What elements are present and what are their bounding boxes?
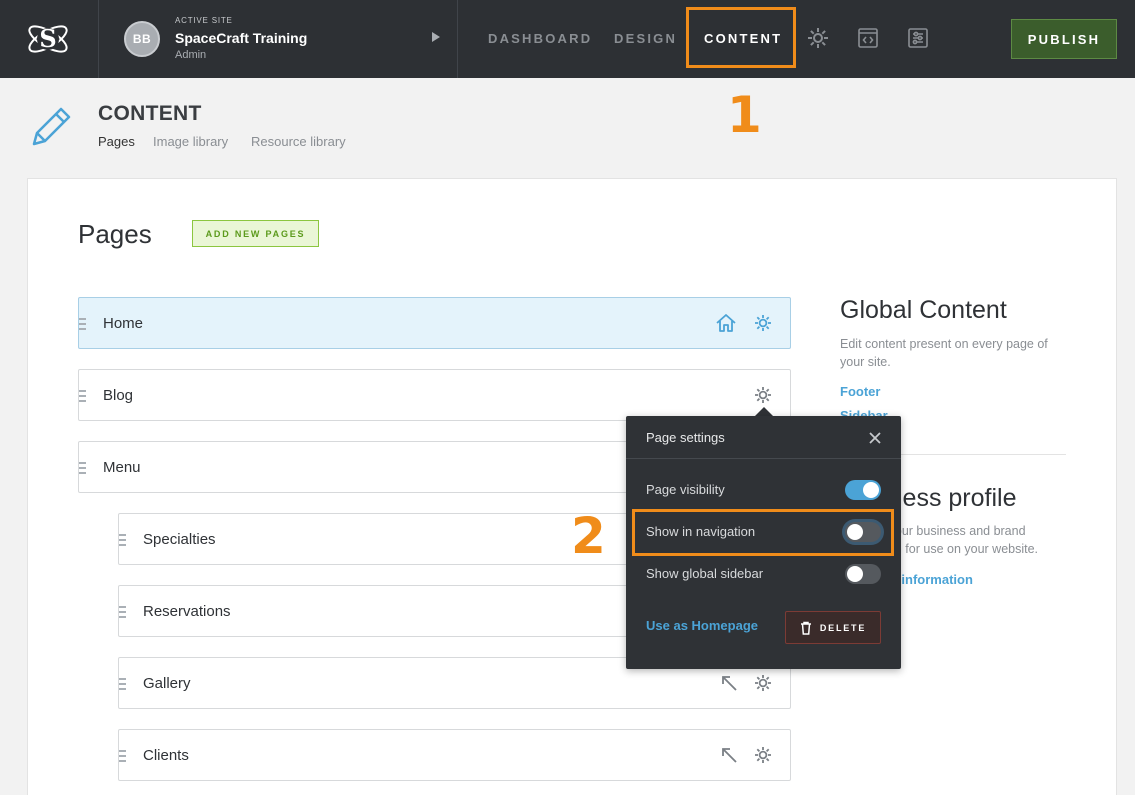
add-new-pages-button[interactable]: ADD NEW PAGES (192, 220, 319, 247)
page-label: Specialties (143, 531, 216, 548)
page-label: Gallery (143, 675, 191, 692)
tab-image-library[interactable]: Image library (153, 134, 228, 149)
callout-1: 1 (727, 86, 762, 144)
external-arrow-icon[interactable] (719, 745, 739, 765)
avatar[interactable]: BB (124, 21, 160, 57)
drag-handle-icon[interactable] (79, 462, 87, 474)
page-title: CONTENT (98, 102, 202, 125)
close-icon[interactable] (867, 430, 883, 446)
divider (457, 0, 458, 78)
drag-handle-icon[interactable] (79, 390, 87, 402)
page-label: Reservations (143, 603, 231, 620)
global-content-description: Edit content present on every page of yo… (840, 337, 1048, 369)
spacecraft-logo-icon[interactable]: S (24, 16, 72, 62)
drag-handle-icon[interactable] (119, 750, 127, 762)
page-visibility-label: Page visibility (646, 482, 725, 497)
gear-icon[interactable] (753, 745, 773, 765)
site-name[interactable]: SpaceCraft Training (175, 30, 307, 46)
global-content-title: Global Content (840, 296, 1007, 324)
external-arrow-icon[interactable] (719, 673, 739, 693)
top-bar: S BB ACTIVE SITE SpaceCraft Training Adm… (0, 0, 1135, 78)
page-row-home[interactable]: Home (78, 297, 791, 349)
pencil-icon (32, 107, 71, 146)
callout-2: 2 (571, 507, 606, 565)
gear-icon[interactable] (753, 313, 773, 333)
content-highlight-box (686, 7, 796, 68)
sliders-icon[interactable] (906, 26, 930, 50)
page-label: Menu (103, 459, 141, 476)
page-label: Blog (103, 387, 134, 404)
site-role: Admin (175, 49, 207, 61)
delete-label: DELETE (819, 622, 867, 633)
page-row-blog[interactable]: Blog (78, 369, 791, 421)
code-window-icon[interactable] (856, 26, 880, 50)
pages-heading: Pages (78, 219, 152, 249)
delete-button[interactable]: DELETE (785, 611, 881, 644)
site-switcher-arrow-icon[interactable] (432, 32, 440, 42)
home-icon[interactable] (715, 312, 737, 334)
nav-dashboard[interactable]: DASHBOARD (488, 31, 592, 46)
drag-handle-icon[interactable] (79, 318, 87, 330)
show-global-sidebar-toggle[interactable] (845, 564, 881, 584)
gear-icon[interactable] (753, 673, 773, 693)
footer-link[interactable]: Footer (840, 384, 880, 399)
svg-text:S: S (39, 24, 56, 53)
nav-design[interactable]: DESIGN (614, 31, 677, 46)
tab-resource-library[interactable]: Resource library (251, 134, 346, 149)
use-as-homepage-link[interactable]: Use as Homepage (646, 618, 758, 633)
page-row-clients[interactable]: Clients (118, 729, 791, 781)
drag-handle-icon[interactable] (119, 678, 127, 690)
tab-pages[interactable]: Pages (98, 134, 135, 149)
page-label: Clients (143, 747, 189, 764)
gear-icon[interactable] (753, 385, 773, 405)
show-global-sidebar-label: Show global sidebar (646, 566, 764, 581)
drag-handle-icon[interactable] (119, 534, 127, 546)
divider (98, 0, 99, 78)
page-visibility-toggle[interactable] (845, 480, 881, 500)
publish-button[interactable]: PUBLISH (1011, 19, 1117, 59)
divider (626, 458, 901, 459)
active-site-label: ACTIVE SITE (175, 16, 233, 25)
trash-icon (800, 621, 811, 635)
popover-title: Page settings (646, 430, 725, 445)
page-label: Home (103, 315, 144, 332)
popover-caret (755, 407, 773, 416)
show-in-navigation-highlight-box (632, 509, 894, 556)
drag-handle-icon[interactable] (119, 606, 127, 618)
gear-icon[interactable] (806, 26, 830, 50)
